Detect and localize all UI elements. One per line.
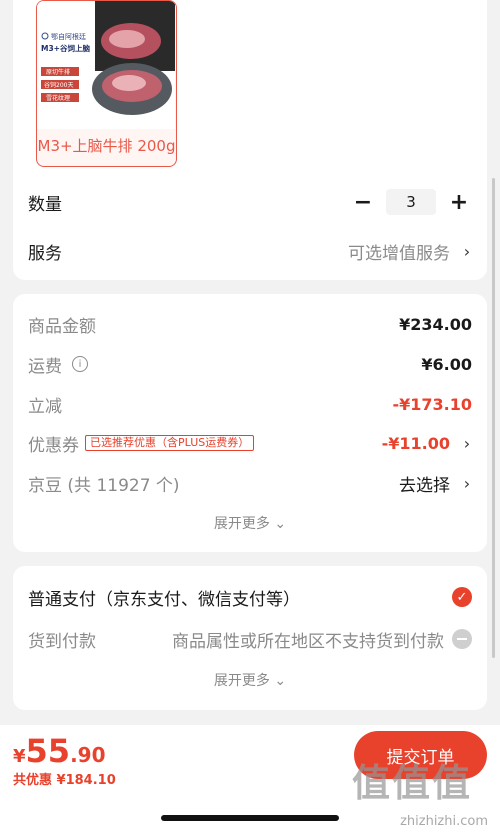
goods-amount-label: 商品金额 (28, 316, 96, 337)
image-tag-1: 原切牛排 (46, 68, 70, 76)
chevron-right-icon: › (463, 241, 471, 261)
product-image: 鄂自阿根廷 M3+谷饲上脑 原切牛排 谷饲200天 雪花纹理 (37, 1, 175, 129)
coupon-value: -¥11.00 (381, 433, 450, 453)
sku-option[interactable]: 鄂自阿根廷 M3+谷饲上脑 原切牛排 谷饲200天 雪花纹理 M3+上脑牛排 2… (36, 0, 177, 167)
shipping-row: 运费 i ¥6.00 (28, 349, 472, 379)
discount-row: 立减 -¥173.10 (28, 389, 472, 419)
quantity-row: 数量 − 3 + (28, 187, 472, 217)
watermark-logo: 值值值 (352, 761, 473, 805)
service-value: 可选增值服务 (348, 243, 450, 264)
product-card: 鄂自阿根廷 M3+谷饲上脑 原切牛排 谷饲200天 雪花纹理 M3+上脑牛排 2… (13, 0, 487, 280)
payment-normal-label: 普通支付（京东支付、微信支付等） (28, 589, 300, 610)
price-decimal: .90 (70, 743, 106, 767)
minus-button[interactable]: − (350, 190, 376, 215)
coupon-row[interactable]: 优惠券 已选推荐优惠（含PLUS运费券） -¥11.00 › (28, 428, 472, 458)
payment-expand-label: 展开更多 (213, 673, 270, 689)
coupon-label: 优惠券 (28, 435, 79, 456)
price-currency: ¥ (13, 746, 26, 767)
disabled-icon (452, 629, 472, 649)
payment-cod-row: 货到付款 商品属性或所在地区不支持货到付款 (28, 624, 472, 654)
order-summary-card: 商品金额 ¥234.00 运费 i ¥6.00 立减 -¥173.10 优惠券 … (13, 294, 487, 552)
check-icon[interactable]: ✓ (452, 587, 472, 607)
shipping-label: 运费 (28, 356, 62, 377)
payment-normal-row[interactable]: 普通支付（京东支付、微信支付等） ✓ (28, 582, 472, 612)
sku-name: M3+上脑牛排 200g (37, 137, 176, 155)
image-tag-2: 谷饲200天 (44, 81, 73, 89)
coupon-tag: 已选推荐优惠（含PLUS运费券） (85, 435, 255, 451)
goods-amount-row: 商品金额 ¥234.00 (28, 309, 472, 339)
price-integer: 55 (25, 732, 71, 770)
chevron-down-icon: ⌄ (274, 516, 287, 532)
jingdou-label: 京豆 (共 11927 个) (28, 475, 180, 496)
service-row[interactable]: 服务 可选增值服务 › (28, 236, 472, 266)
total-price: ¥55.90 (13, 732, 106, 770)
scrollbar[interactable] (492, 178, 495, 658)
goods-amount-value: ¥234.00 (399, 314, 472, 334)
plus-button[interactable]: + (446, 190, 472, 215)
image-tag-3: 雪花纹理 (46, 94, 70, 102)
service-label: 服务 (28, 243, 62, 264)
image-text-title: M3+谷饲上脑 (41, 43, 90, 53)
quantity-stepper: − 3 + (350, 189, 472, 215)
info-icon[interactable]: i (72, 356, 88, 372)
jingdou-value: 去选择 (399, 475, 450, 496)
chevron-down-icon: ⌄ (274, 673, 287, 689)
payment-cod-note: 商品属性或所在地区不支持货到付款 (172, 631, 444, 652)
jingdou-row[interactable]: 京豆 (共 11927 个) 去选择 › (28, 468, 472, 498)
chevron-right-icon: › (463, 433, 471, 453)
expand-more-label: 展开更多 (213, 516, 270, 532)
discount-label: 立减 (28, 396, 62, 417)
payment-card: 普通支付（京东支付、微信支付等） ✓ 货到付款 商品属性或所在地区不支持货到付款… (13, 566, 487, 710)
payment-expand-button[interactable]: 展开更多 ⌄ (13, 670, 487, 690)
total-saved: 共优惠 ¥184.10 (13, 773, 116, 788)
expand-more-button[interactable]: 展开更多 ⌄ (13, 513, 487, 533)
home-indicator (161, 815, 339, 821)
watermark-url: zhizhizhi.com (400, 814, 488, 829)
payment-cod-label: 货到付款 (28, 631, 96, 652)
chevron-right-icon: › (463, 473, 471, 493)
image-text-origin: 鄂自阿根廷 (51, 32, 86, 41)
quantity-label: 数量 (28, 194, 62, 215)
shipping-value: ¥6.00 (421, 354, 472, 374)
quantity-input[interactable]: 3 (386, 189, 436, 215)
discount-value: -¥173.10 (392, 394, 472, 414)
